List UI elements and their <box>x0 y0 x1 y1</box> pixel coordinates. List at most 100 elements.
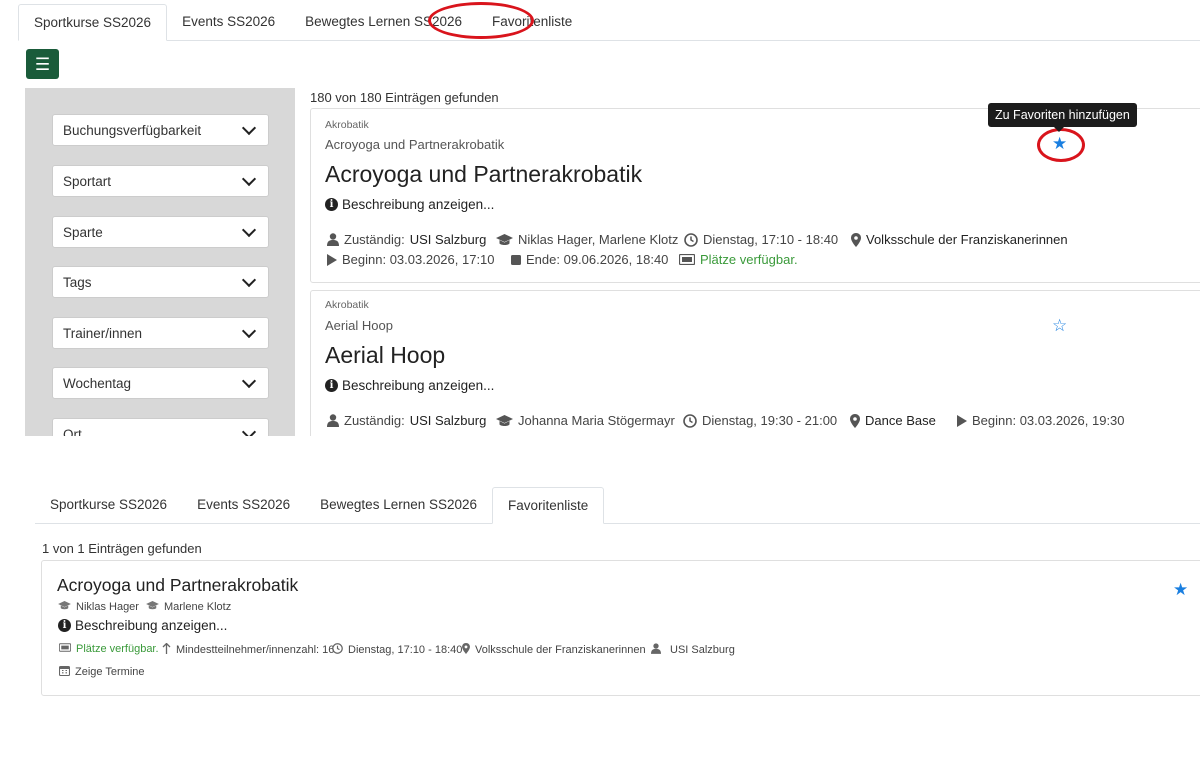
trainer-list: Niklas Hager Marlene Klotz <box>58 601 231 613</box>
filter-buchungsverfuegbarkeit[interactable]: Buchungsverfügbarkeit <box>52 114 269 146</box>
arrow-up-icon <box>162 642 171 657</box>
description-toggle[interactable]: i Beschreibung anzeigen... <box>325 197 494 212</box>
filter-tags[interactable]: Tags <box>52 266 269 298</box>
tab-favoritenliste[interactable]: Favoritenliste <box>492 487 605 524</box>
graduation-cap-icon <box>58 601 71 613</box>
graduation-cap-icon <box>146 601 159 613</box>
ticket-icon <box>679 254 695 265</box>
stop-icon <box>511 254 521 265</box>
info-icon: i <box>325 379 338 392</box>
schedule: Dienstag, 17:10 - 18:40 <box>684 232 838 247</box>
star-outline-icon[interactable]: ☆ <box>1052 317 1067 334</box>
location: Dance Base <box>850 413 936 428</box>
tab-sportkurse[interactable]: Sportkurse SS2026 <box>35 487 182 523</box>
schedule-value: Dienstag, 19:30 - 21:00 <box>702 413 838 428</box>
result-count: 180 von 180 Einträgen gefunden <box>310 90 499 105</box>
tab-bewegtes-lernen[interactable]: Bewegtes Lernen SS2026 <box>290 4 477 40</box>
trainer-1: Niklas Hager <box>76 601 139 613</box>
trainers: Niklas Hager, Marlene Klotz <box>496 232 678 247</box>
availability-value: Plätze verfügbar. <box>700 252 798 267</box>
tab-events[interactable]: Events SS2026 <box>182 487 305 523</box>
organizer-value: USI Salzburg <box>670 644 735 656</box>
min-participants: Mindestteilnehmer/innenzahl: 16 <box>162 642 335 657</box>
clock-icon <box>332 643 343 657</box>
course-category: Akrobatik <box>325 119 369 131</box>
map-marker-icon <box>851 232 861 247</box>
favorite-title: Acroyoga und Partnerakrobatik <box>57 575 299 595</box>
show-dates-link[interactable]: Zeige Termine <box>58 665 145 679</box>
chevron-down-icon <box>241 424 257 436</box>
tab-favoritenliste-label: Favoritenliste <box>492 14 573 29</box>
end-date: Ende: 09.06.2026, 18:40 <box>511 252 668 267</box>
filter-wochentag[interactable]: Wochentag <box>52 367 269 399</box>
favorite-tooltip: Zu Favoriten hinzufügen <box>988 103 1137 132</box>
clock-icon <box>683 413 697 428</box>
filter-label: Sportart <box>63 173 112 189</box>
start-value: Beginn: 03.03.2026, 19:30 <box>972 413 1125 428</box>
start-value: Beginn: 03.03.2026, 17:10 <box>342 252 495 267</box>
star-icon[interactable]: ★ <box>1173 581 1188 598</box>
schedule: Dienstag, 17:10 - 18:40 <box>332 643 462 657</box>
schedule-value: Dienstag, 17:10 - 18:40 <box>348 644 463 656</box>
graduation-cap-icon <box>496 233 513 246</box>
trainers-value: Niklas Hager, Marlene Klotz <box>518 232 679 247</box>
responsible-value: USI Salzburg <box>409 232 487 247</box>
menu-toggle-button[interactable]: ☰ <box>26 49 59 79</box>
tab-bar: Sportkurse SS2026 Events SS2026 Bewegtes… <box>18 4 1200 41</box>
description-toggle[interactable]: i Beschreibung anzeigen... <box>325 378 494 393</box>
star-icon[interactable]: ★ <box>1052 135 1067 152</box>
description-toggle[interactable]: i Beschreibung anzeigen... <box>58 618 227 633</box>
result-count: 1 von 1 Einträgen gefunden <box>42 541 202 556</box>
description-link-label: Beschreibung anzeigen... <box>342 197 495 212</box>
play-icon <box>957 414 967 427</box>
course-category: Akrobatik <box>325 299 369 311</box>
start-date: Beginn: 03.03.2026, 19:30 <box>957 413 1125 428</box>
map-marker-icon <box>462 643 470 657</box>
favorites-view: Sportkurse SS2026 Events SS2026 Bewegtes… <box>0 436 1200 757</box>
tab-sportkurse[interactable]: Sportkurse SS2026 <box>18 4 168 41</box>
calendar-icon <box>58 665 71 679</box>
filter-label: Wochentag <box>63 375 132 391</box>
schedule: Dienstag, 19:30 - 21:00 <box>683 413 837 428</box>
clock-icon <box>684 232 698 247</box>
tab-bewegtes-lernen[interactable]: Bewegtes Lernen SS2026 <box>305 487 492 523</box>
responsible-label: Zuständig: <box>344 413 405 428</box>
responsible-label: Zuständig: <box>344 232 405 247</box>
filter-sportart[interactable]: Sportart <box>52 165 269 197</box>
chevron-down-icon <box>241 222 257 237</box>
filter-label: Trainer/innen <box>63 325 143 341</box>
trainers-value: Johanna Maria Stögermayr <box>518 413 675 428</box>
end-value: Ende: 09.06.2026, 18:40 <box>526 252 669 267</box>
filter-ort[interactable]: Ort <box>52 418 269 436</box>
ticket-icon <box>58 643 72 655</box>
responsible-value: USI Salzburg <box>409 413 487 428</box>
location: Volksschule der Franziskanerinnen <box>851 232 1068 247</box>
filter-sparte[interactable]: Sparte <box>52 216 269 248</box>
course-card: Akrobatik Aerial Hoop Aerial Hoop i Besc… <box>310 290 1200 436</box>
responsible: Zuständig: USI Salzburg <box>327 232 486 247</box>
course-title: Acroyoga und Partnerakrobatik <box>325 161 643 187</box>
filter-trainer[interactable]: Trainer/innen <box>52 317 269 349</box>
availability: Plätze verfügbar. <box>58 643 159 655</box>
course-list-view: Sportkurse SS2026 Events SS2026 Bewegtes… <box>0 0 1200 436</box>
location-value: Volksschule der Franziskanerinnen <box>866 232 1068 247</box>
start-date: Beginn: 03.03.2026, 17:10 <box>327 252 495 267</box>
menu-icon: ☰ <box>34 54 51 74</box>
tab-favoritenliste[interactable]: Favoritenliste <box>477 4 587 40</box>
min-participants-value: Mindestteilnehmer/innenzahl: 16 <box>176 644 335 656</box>
play-icon <box>327 253 337 266</box>
responsible: Zuständig: USI Salzburg <box>327 413 486 428</box>
chevron-down-icon <box>241 272 257 287</box>
availability: Plätze verfügbar. <box>679 252 798 267</box>
user-icon <box>327 233 339 246</box>
schedule-value: Dienstag, 17:10 - 18:40 <box>703 232 839 247</box>
description-link-label: Beschreibung anzeigen... <box>342 378 495 393</box>
course-subtitle: Aerial Hoop <box>325 318 393 333</box>
favorite-card: Acroyoga und Partnerakrobatik ★ Niklas H… <box>41 560 1200 696</box>
chevron-down-icon <box>241 171 257 186</box>
graduation-cap-icon <box>496 414 513 427</box>
tab-events[interactable]: Events SS2026 <box>167 4 290 40</box>
description-link-label: Beschreibung anzeigen... <box>75 618 228 633</box>
course-subtitle: Acroyoga und Partnerakrobatik <box>325 137 505 152</box>
organizer: USI Salzburg <box>651 643 735 657</box>
